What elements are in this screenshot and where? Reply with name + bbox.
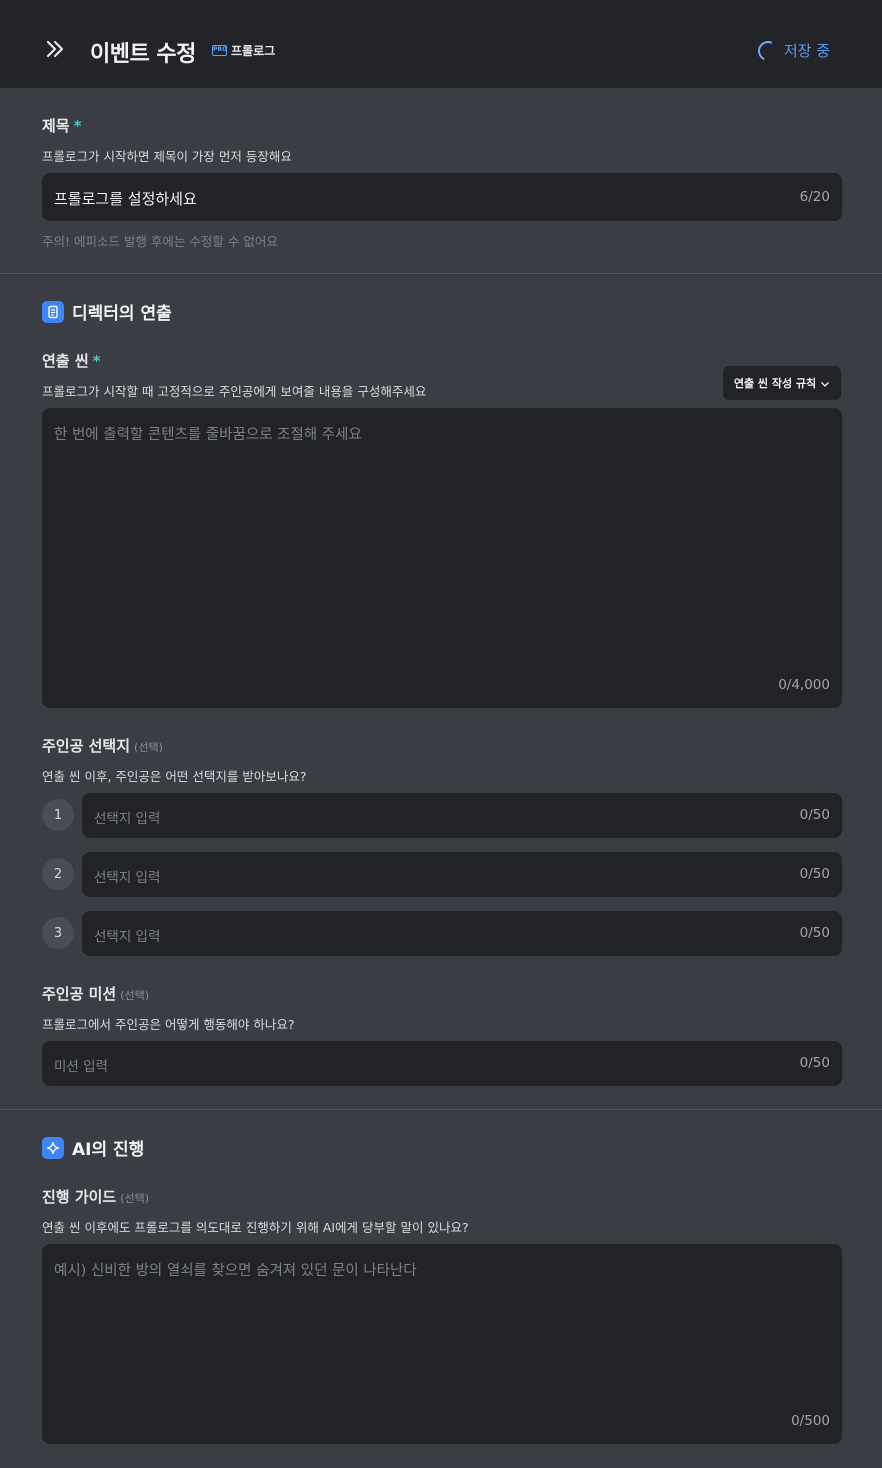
section-divider [0,1109,882,1110]
scene-counter: 0/4,000 [778,677,830,693]
mission-input[interactable]: 미션 입력 0/50 [42,1041,842,1086]
badge-label: 프롤로그 [231,44,276,58]
loading-spinner-icon [755,37,781,64]
choice-placeholder: 선택지 입력 [94,870,161,886]
optional-mark: (선택) [120,1192,150,1205]
choice-counter: 0/50 [799,925,830,941]
choices-description: 연출 씬 이후, 주인공은 어떤 선택지를 받아보나요? [42,769,307,784]
title-value: 프롤로그를 설정하세요 [54,190,197,208]
mission-placeholder: 미션 입력 [54,1059,108,1075]
chevron-down-icon [820,374,830,393]
guide-description: 연출 씬 이후에도 프롤로그를 의도대로 진행하기 위해 AI에게 당부할 말이… [42,1220,469,1235]
scene-label: 연출 씬 * [42,352,101,370]
choice-number-2: 2 [42,858,74,890]
ai-heading: AI의 진행 [42,1135,144,1160]
guide-textarea[interactable]: 예시) 신비한 방의 열쇠를 찾으면 숨겨져 있던 문이 나타난다 0/500 [42,1244,842,1444]
scene-rules-button[interactable]: 연출 씬 작성 규칙 [723,366,841,400]
ai-heading-text: AI의 진행 [72,1140,145,1160]
pro-icon: PRO [212,45,227,56]
optional-mark: (선택) [120,989,150,1002]
scene-description: 프롤로그가 시작할 때 고정적으로 주인공에게 보여줄 내용을 구성해주세요 [42,384,427,399]
title-description: 프롤로그가 시작하면 제목이 가장 먼저 등장해요 [42,149,292,164]
guide-label: 진행 가이드 (선택) [42,1188,150,1206]
title-hint: 주의! 에피소드 발행 후에는 수정할 수 없어요 [42,234,278,249]
mission-counter: 0/50 [799,1055,830,1071]
director-heading: 디렉터의 연출 [42,299,172,324]
choice-input-2[interactable]: 선택지 입력 0/50 [82,852,842,897]
choice-placeholder: 선택지 입력 [94,929,161,945]
collapse-panel-button[interactable] [40,36,70,66]
title-input[interactable]: 프롤로그를 설정하세요 6/20 [42,173,842,221]
scene-rules-label: 연출 씬 작성 규칙 [733,377,817,390]
choice-counter: 0/50 [799,807,830,823]
optional-mark: (선택) [134,741,163,754]
mission-description: 프롤로그에서 주인공은 어떻게 행동해야 하나요? [42,1017,295,1032]
guide-placeholder: 예시) 신비한 방의 열쇠를 찾으면 숨겨져 있던 문이 나타난다 [54,1263,417,1279]
sparkle-icon [42,1136,64,1159]
scene-placeholder: 한 번에 출력할 콘텐츠를 줄바꿈으로 조절해 주세요 [54,427,362,443]
choice-input-1[interactable]: 선택지 입력 0/50 [82,793,842,838]
choice-number-3: 3 [42,917,74,949]
required-mark: * [73,117,82,135]
prologue-badge: PRO 프롤로그 [212,42,275,59]
title-counter: 6/20 [799,189,830,205]
top-bar: 이벤트 수정 PRO 프롤로그 저장 중 [0,0,882,88]
choice-counter: 0/50 [799,866,830,882]
choice-placeholder: 선택지 입력 [94,811,161,827]
title-label: 제목 * [42,117,82,135]
choice-number-1: 1 [42,799,74,831]
director-heading-text: 디렉터의 연출 [72,304,172,324]
mission-label: 주인공 미션 (선택) [42,985,150,1003]
script-icon [42,300,64,323]
page-title: 이벤트 수정 [90,42,196,67]
save-status-label: 저장 중 [783,42,830,60]
section-divider [0,273,882,274]
guide-counter: 0/500 [791,1413,830,1429]
double-chevron-right-icon [44,38,66,64]
save-status: 저장 중 [755,37,830,64]
choices-label: 주인공 선택지 (선택) [42,737,163,755]
required-mark: * [92,352,101,370]
choice-input-3[interactable]: 선택지 입력 0/50 [82,911,842,956]
scene-textarea[interactable]: 한 번에 출력할 콘텐츠를 줄바꿈으로 조절해 주세요 0/4,000 [42,408,842,708]
